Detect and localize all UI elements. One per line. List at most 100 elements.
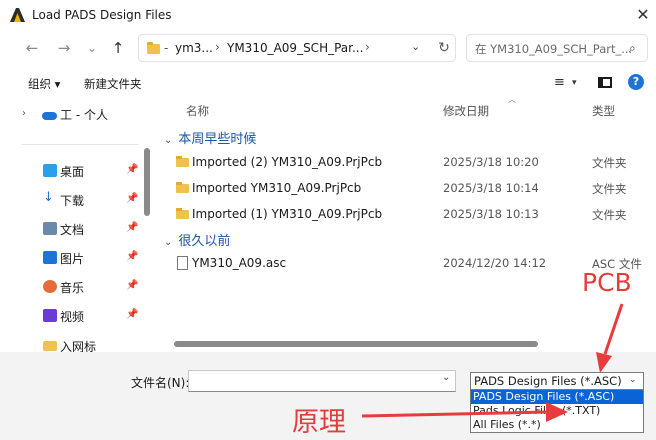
file-type-select[interactable]: PADS Design Files (*.ASC) ⌄ [470, 372, 644, 390]
file-type-option[interactable]: PADS Design Files (*.ASC) [471, 390, 643, 404]
pin-icon: 📌 [126, 164, 139, 175]
sidebar-item-onedrive[interactable]: 工 - 个人 [60, 106, 108, 123]
organize-button[interactable]: 组织 ▾ [28, 76, 60, 92]
group-header[interactable]: ⌄ 本周早些时候 [164, 128, 256, 147]
sidebar-divider [22, 144, 138, 145]
group-header[interactable]: ⌄ 很久以前 [164, 230, 230, 249]
pictures-icon [43, 251, 57, 264]
column-header-type[interactable]: 类型 [592, 103, 615, 119]
collapse-chevron-icon: ⌄ [164, 135, 173, 146]
address-bar[interactable]: - ym3... › YM310_A09_SCH_Par... › ⌄ [138, 34, 456, 62]
search-input[interactable]: 在 YM310_A09_SCH_Part_... ⌕ [466, 34, 648, 62]
chevron-right-icon[interactable]: › [365, 40, 370, 54]
pin-icon: 📌 [126, 193, 139, 204]
sidebar-item-label: 文档 [60, 223, 85, 237]
forward-arrow-icon[interactable]: → [54, 38, 74, 58]
collapse-chevron-icon: ⌄ [164, 237, 173, 248]
file-date: 2024/12/20 14:12 [443, 256, 547, 270]
up-arrow-icon[interactable]: ↑ [108, 38, 128, 58]
breadcrumb-overflow[interactable]: - [164, 41, 168, 55]
recent-locations-chevron-icon[interactable]: ⌄ [82, 38, 102, 58]
sidebar-item-music[interactable]: 音乐 📌 [40, 277, 140, 297]
folder-icon [176, 182, 189, 193]
group-label: 本周早些时候 [178, 132, 257, 147]
chevron-down-icon[interactable]: ⌄ [629, 375, 637, 385]
sidebar-item-label: 入网标 [60, 340, 97, 352]
sidebar-item-label: 视频 [60, 310, 85, 324]
document-icon [43, 222, 57, 235]
folder-icon [176, 208, 189, 219]
column-header-name[interactable]: 名称 [186, 103, 209, 119]
file-name: YM310_A09.asc [192, 256, 287, 270]
sidebar-item-desktop[interactable]: 桌面 📌 [40, 161, 140, 181]
file-name: Imported (2) YM310_A09.PrjPcb [192, 155, 383, 169]
file-type: 文件夹 [592, 208, 627, 222]
view-options-icon[interactable]: ≡ [554, 75, 565, 90]
group-label: 很久以前 [178, 234, 231, 249]
music-icon [43, 280, 57, 293]
file-date: 2025/3/18 10:14 [443, 181, 539, 195]
pcb-annotation-label: PCB [582, 268, 632, 297]
file-name: Imported YM310_A09.PrjPcb [192, 181, 362, 195]
file-type-option[interactable]: Pads Logic Files (*.TXT) [471, 404, 643, 418]
new-folder-button[interactable]: 新建文件夹 [84, 76, 142, 92]
breadcrumb-item[interactable]: YM310_A09_SCH_Par... [227, 41, 363, 55]
search-icon[interactable]: ⌕ [629, 41, 636, 56]
list-item[interactable]: Imported (2) YM310_A09.PrjPcb 2025/3/18 … [170, 152, 650, 174]
close-button[interactable]: ✕ [632, 4, 654, 26]
sort-indicator-icon: ︿ [508, 95, 516, 104]
folder-icon [147, 42, 160, 54]
sidebar-item-pictures[interactable]: 图片 📌 [40, 248, 140, 268]
file-name: Imported (1) YM310_A09.PrjPcb [192, 207, 383, 221]
video-icon [43, 309, 57, 322]
pin-icon: 📌 [126, 309, 139, 320]
sidebar-item-label: 图片 [60, 252, 85, 266]
command-toolbar: 组织 ▾ 新建文件夹 ≡ ▾ [0, 68, 656, 98]
sidebar-item-folder[interactable]: 入网标 [40, 336, 140, 352]
view-dropdown-icon[interactable]: ▾ [572, 78, 577, 88]
sidebar-item-label: 音乐 [60, 281, 85, 295]
refresh-icon[interactable]: ↻ [436, 40, 452, 56]
breadcrumb-item[interactable]: ym3... [175, 41, 213, 55]
column-header-date[interactable]: 修改日期 [443, 103, 489, 119]
file-date: 2025/3/18 10:13 [443, 207, 539, 221]
list-item[interactable]: Imported YM310_A09.PrjPcb 2025/3/18 10:1… [170, 178, 650, 200]
pin-icon: 📌 [126, 222, 139, 233]
desktop-icon [43, 164, 57, 177]
list-item[interactable]: Imported (1) YM310_A09.PrjPcb 2025/3/18 … [170, 204, 650, 226]
download-icon: ↓ [43, 190, 54, 205]
pin-icon: 📌 [126, 251, 139, 262]
sidebar-item-documents[interactable]: 文档 📌 [40, 219, 140, 239]
file-type-option[interactable]: All Files (*.*) [471, 418, 643, 432]
schematic-annotation-label: 原理 [292, 407, 346, 438]
folder-icon [43, 341, 57, 351]
filename-label: 文件名(N): [131, 376, 190, 390]
chevron-right-icon[interactable]: › [215, 40, 220, 54]
preview-pane-icon[interactable] [598, 77, 612, 88]
window-title: Load PADS Design Files [32, 8, 172, 22]
expand-chevron-icon[interactable]: › [22, 108, 26, 119]
file-type-selected: PADS Design Files (*.ASC) [474, 374, 622, 388]
list-item[interactable]: YM310_A09.asc 2024/12/20 14:12 ASC 文件 [170, 253, 650, 275]
sidebar-item-label: 下载 [60, 194, 85, 208]
file-type-dropdown-list: PADS Design Files (*.ASC) Pads Logic Fil… [470, 389, 644, 433]
pads-app-icon [10, 8, 25, 22]
filename-dropdown-icon[interactable]: ⌄ [442, 372, 450, 383]
file-date: 2025/3/18 10:20 [443, 155, 539, 169]
sidebar-item-videos[interactable]: 视频 📌 [40, 306, 140, 326]
horizontal-scrollbar[interactable] [174, 341, 538, 347]
pin-icon: 📌 [126, 280, 139, 291]
address-dropdown-icon[interactable]: ⌄ [411, 40, 420, 53]
file-type: 文件夹 [592, 156, 627, 170]
help-icon[interactable]: ? [628, 74, 644, 90]
title-bar: Load PADS Design Files ✕ [0, 0, 656, 30]
sidebar-item-label: 桌面 [60, 165, 85, 179]
folder-icon [176, 156, 189, 167]
sidebar-item-downloads[interactable]: ↓ 下载 📌 [40, 190, 140, 210]
filename-input[interactable] [188, 370, 456, 392]
back-arrow-icon[interactable]: ← [22, 38, 42, 58]
file-type: 文件夹 [592, 182, 627, 196]
document-icon [177, 256, 188, 270]
onedrive-cloud-icon [42, 112, 57, 120]
search-placeholder: 在 YM310_A09_SCH_Part_... [475, 42, 633, 56]
